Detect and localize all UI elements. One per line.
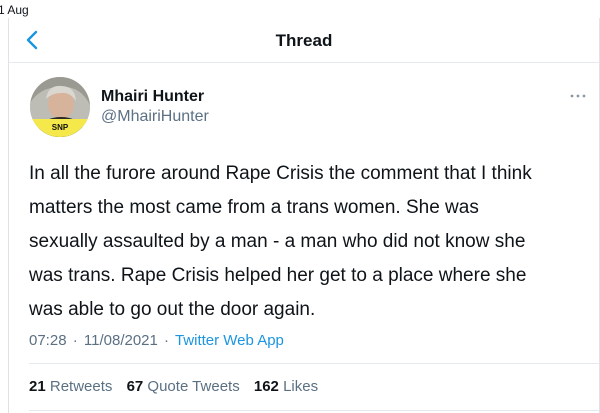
meta-separator: · — [72, 332, 78, 349]
divider — [29, 410, 599, 411]
tweet-time[interactable]: 07:28 — [29, 332, 67, 349]
page-title: Thread — [275, 31, 333, 50]
quote-tweets-label: Quote Tweets — [147, 378, 240, 395]
retweets-count: 21 — [29, 378, 46, 395]
avatar-badge: SNP — [52, 123, 69, 132]
author-block: Mhairi Hunter @MhairiHunter — [101, 87, 209, 126]
tweet-date[interactable]: 11/08/2021 — [84, 332, 158, 349]
likes-label: Likes — [283, 378, 319, 395]
more-button[interactable] — [569, 88, 587, 98]
tweet-meta: 07:28 · 11/08/2021 · Twitter Web App — [29, 332, 284, 349]
tweet-source-link[interactable]: Twitter Web App — [175, 332, 284, 349]
likes-stat[interactable]: 162 Likes — [254, 378, 318, 395]
date-fragment: 1 Aug — [0, 3, 29, 17]
quote-tweets-count: 67 — [126, 378, 144, 395]
likes-count: 162 — [253, 378, 279, 395]
thread-header: Thread — [9, 18, 599, 63]
divider — [29, 363, 599, 364]
author-handle[interactable]: @MhairiHunter — [101, 107, 209, 126]
avatar[interactable]: SNP — [30, 77, 90, 137]
tweet-text: In all the furore around Rape Crisis the… — [29, 163, 532, 320]
thread-panel: Thread SNP Mhairi Hunter @MhairiHunter I… — [8, 18, 600, 413]
more-horizontal-icon — [570, 94, 586, 98]
retweets-label: Retweets — [49, 378, 113, 395]
author-name[interactable]: Mhairi Hunter — [101, 87, 209, 106]
avatar-image: SNP — [30, 77, 90, 137]
retweets-stat[interactable]: 21 Retweets — [29, 378, 112, 395]
quote-tweets-stat[interactable]: 67 Quote Tweets — [127, 378, 240, 395]
meta-separator: · — [164, 332, 170, 349]
tweet-stats: 21 Retweets 67 Quote Tweets 162 Likes — [29, 378, 318, 395]
